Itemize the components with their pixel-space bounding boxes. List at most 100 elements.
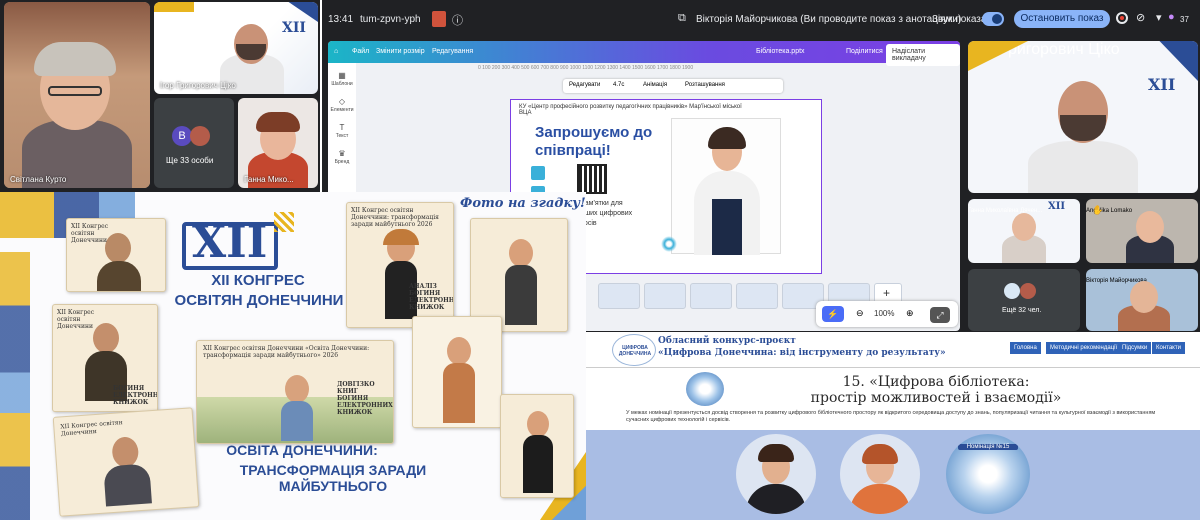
- sketch-card: [500, 394, 574, 498]
- slide-thumbnail[interactable]: [690, 283, 732, 309]
- menu-file[interactable]: Файл: [352, 48, 369, 55]
- sketch-card: [470, 218, 568, 332]
- document-title[interactable]: Бібліотека.pptx: [756, 48, 805, 55]
- info-icon[interactable]: ⓘ: [452, 12, 463, 28]
- location-icon: [531, 166, 545, 180]
- sketch-card: [412, 316, 502, 428]
- congress-title: XII КОНГРЕС: [211, 272, 305, 289]
- zoom-controls: ⚡ ⊖ 100% ⊕ ⤢: [816, 301, 958, 327]
- sketch-card: XII Конгрес освітян Донеччини: [66, 218, 166, 292]
- slide-thumbnail[interactable]: [644, 283, 686, 309]
- element-toolbar: Редагувати 4.7с Анімація Розташування: [563, 79, 783, 93]
- decor-stripes: [0, 252, 30, 520]
- presenter-text: Вікторія Майорчикова (Ви проводите показ…: [696, 14, 962, 25]
- people-icon[interactable]: ●: [1168, 11, 1175, 23]
- participant-name: Ганна Мико...: [244, 175, 294, 184]
- participant-tile[interactable]: ✋ Angelika Lomako: [1086, 199, 1198, 263]
- chevron-down-icon[interactable]: ▾: [1156, 11, 1162, 24]
- present-icon: ⧉: [678, 12, 686, 24]
- avatar: B: [172, 126, 192, 146]
- portrait: [736, 434, 816, 514]
- participant-tile[interactable]: Ганна Мико...: [238, 98, 318, 188]
- nomination-heading: 15. «Цифрова бібліотека:: [842, 374, 1030, 390]
- congress-logo: XII: [182, 212, 294, 270]
- sketch-card: XII Конгрес освітян Донеччини: трансформ…: [346, 202, 454, 328]
- contest-website: ЦИФРОВА ДОНЕЧЧИНА Обласний конкурс-проєк…: [586, 332, 1200, 520]
- participant-count: 37: [1180, 15, 1189, 24]
- collage: Світлана Курто XII Ігор Григорович Ціко …: [0, 0, 1200, 520]
- ruler: 0 100 200 300 400 500 600 700 800 900 10…: [478, 65, 694, 71]
- slide-header: КУ «Центр професійного розвитку педагогі…: [519, 104, 742, 116]
- tool-edit[interactable]: Редагувати: [569, 82, 600, 88]
- participant-tile[interactable]: Світлана Курто: [4, 2, 150, 188]
- portrait: [840, 434, 920, 514]
- video-call-grid: Світлана Курто XII Ігор Григорович Ціко …: [0, 0, 320, 192]
- participant-name: Ігор Григорович Ціко: [160, 81, 236, 90]
- templates-icon: ▦: [338, 71, 346, 80]
- contest-title: «Цифрова Донеччина: від інструменту до р…: [658, 348, 946, 358]
- clock: 13:41: [328, 14, 354, 25]
- tab-icon: [432, 11, 446, 27]
- zoom-level: 100%: [874, 309, 895, 318]
- congress-collage: XII XII КОНГРЕС ОСВІТЯН ДОНЕЧЧИНИ ОСВІТА…: [0, 192, 586, 520]
- slide-thumbnail[interactable]: [736, 283, 778, 309]
- plus-icon: +: [883, 286, 891, 300]
- slide-title: Запрошуємо до співпраці!: [535, 124, 653, 159]
- share-button[interactable]: Поділитися: [846, 48, 883, 55]
- elements-icon: ◇: [338, 97, 346, 106]
- publish-button[interactable]: Надіслати викладачу: [886, 44, 960, 66]
- brand-icon: ♛: [338, 149, 346, 158]
- congress-subtitle: ТРАНСФОРМАЦІЯ ЗАРАДИ МАЙБУТНЬОГО: [239, 462, 427, 494]
- tool-animate[interactable]: Анімація: [643, 82, 667, 88]
- photo-caption: Фото на згадку!: [460, 196, 586, 211]
- qr-code: [577, 164, 607, 194]
- record-icon[interactable]: [1116, 12, 1128, 24]
- nav-home[interactable]: Головна: [1010, 342, 1041, 354]
- photo-band: Номінація №15: [586, 430, 1200, 520]
- site-logo: ЦИФРОВА ДОНЕЧЧИНА: [612, 334, 656, 366]
- expand-icon[interactable]: ⤢: [930, 307, 950, 323]
- contest-title: Обласний конкурс-проєкт: [658, 336, 796, 346]
- slide-text: пам'ятки для: [581, 200, 623, 207]
- nav-results[interactable]: Підсумки: [1118, 342, 1152, 354]
- hand-raised-icon: ✋: [1092, 205, 1104, 215]
- menu-edit[interactable]: Редагування: [432, 48, 473, 55]
- participant-tile[interactable]: Вікторія Майорчикова: [1086, 269, 1198, 331]
- site-header: ЦИФРОВА ДОНЕЧЧИНА Обласний конкурс-проєк…: [586, 332, 1200, 368]
- more-participants-label: Ещё 32 чел.: [1002, 307, 1042, 314]
- home-icon[interactable]: ⌂: [334, 48, 338, 55]
- congress-logo: XII: [1048, 201, 1066, 212]
- congress-title: ОСВІТЯН ДОНЕЧЧИНИ: [174, 292, 344, 309]
- meeting-code: tum-zpvn-yph: [360, 14, 421, 25]
- annotate-icon[interactable]: ⚡: [822, 306, 844, 322]
- sketch-card: XII Конгрес освітян Донеччини: [52, 407, 200, 517]
- stop-presenting-button[interactable]: Остановить показ: [1014, 10, 1110, 28]
- more-participants-tile[interactable]: B Ще 33 особи: [154, 98, 234, 188]
- nav-guidelines[interactable]: Методичні рекомендації: [1046, 342, 1122, 354]
- zoom-in-icon[interactable]: ⊕: [906, 308, 914, 319]
- congress-logo: XII: [1148, 75, 1176, 94]
- congress-subtitle: ОСВІТА ДОНЕЧЧИНИ:: [226, 442, 378, 458]
- zoom-out-icon[interactable]: ⊖: [856, 308, 864, 319]
- sidebar-item-brand[interactable]: ♛ Бренд: [330, 149, 354, 165]
- sidebar-item-text[interactable]: T Текст: [330, 123, 354, 139]
- participant-tile[interactable]: XII Ігор Григорович Ціко: [154, 2, 318, 94]
- nav-contacts[interactable]: Контакти: [1152, 342, 1185, 354]
- tool-position[interactable]: Розташування: [685, 82, 725, 88]
- sparkle-icon: [661, 236, 677, 252]
- text-icon: T: [339, 123, 345, 132]
- no-present-icon[interactable]: ⊘: [1136, 11, 1145, 24]
- sidebar-item-templates[interactable]: ▦ Шаблони: [330, 71, 354, 87]
- canva-toolbar: ⌂ Файл Змінити розмір Редагування Бібліо…: [328, 41, 960, 66]
- sidebar-item-elements[interactable]: ◇ Елементи: [330, 97, 354, 113]
- nomination-description: У межах номінації презентується досвід с…: [626, 410, 1156, 423]
- more-participants-tile[interactable]: Ещё 32 чел.: [968, 269, 1080, 331]
- participant-tile[interactable]: XII Ганна Миколаївна Дячен...: [968, 199, 1080, 263]
- more-participants-label: Ще 33 особи: [166, 156, 214, 165]
- tool-duration[interactable]: 4.7с: [613, 82, 624, 88]
- sound-toggle[interactable]: [982, 12, 1004, 26]
- slide-thumbnail[interactable]: [598, 283, 640, 309]
- participant-tile[interactable]: XII Ігор Григорович Ціко: [968, 41, 1198, 193]
- menu-resize[interactable]: Змінити розмір: [376, 48, 425, 55]
- participant-name: Ганна Миколаївна Дячен...: [968, 208, 1043, 214]
